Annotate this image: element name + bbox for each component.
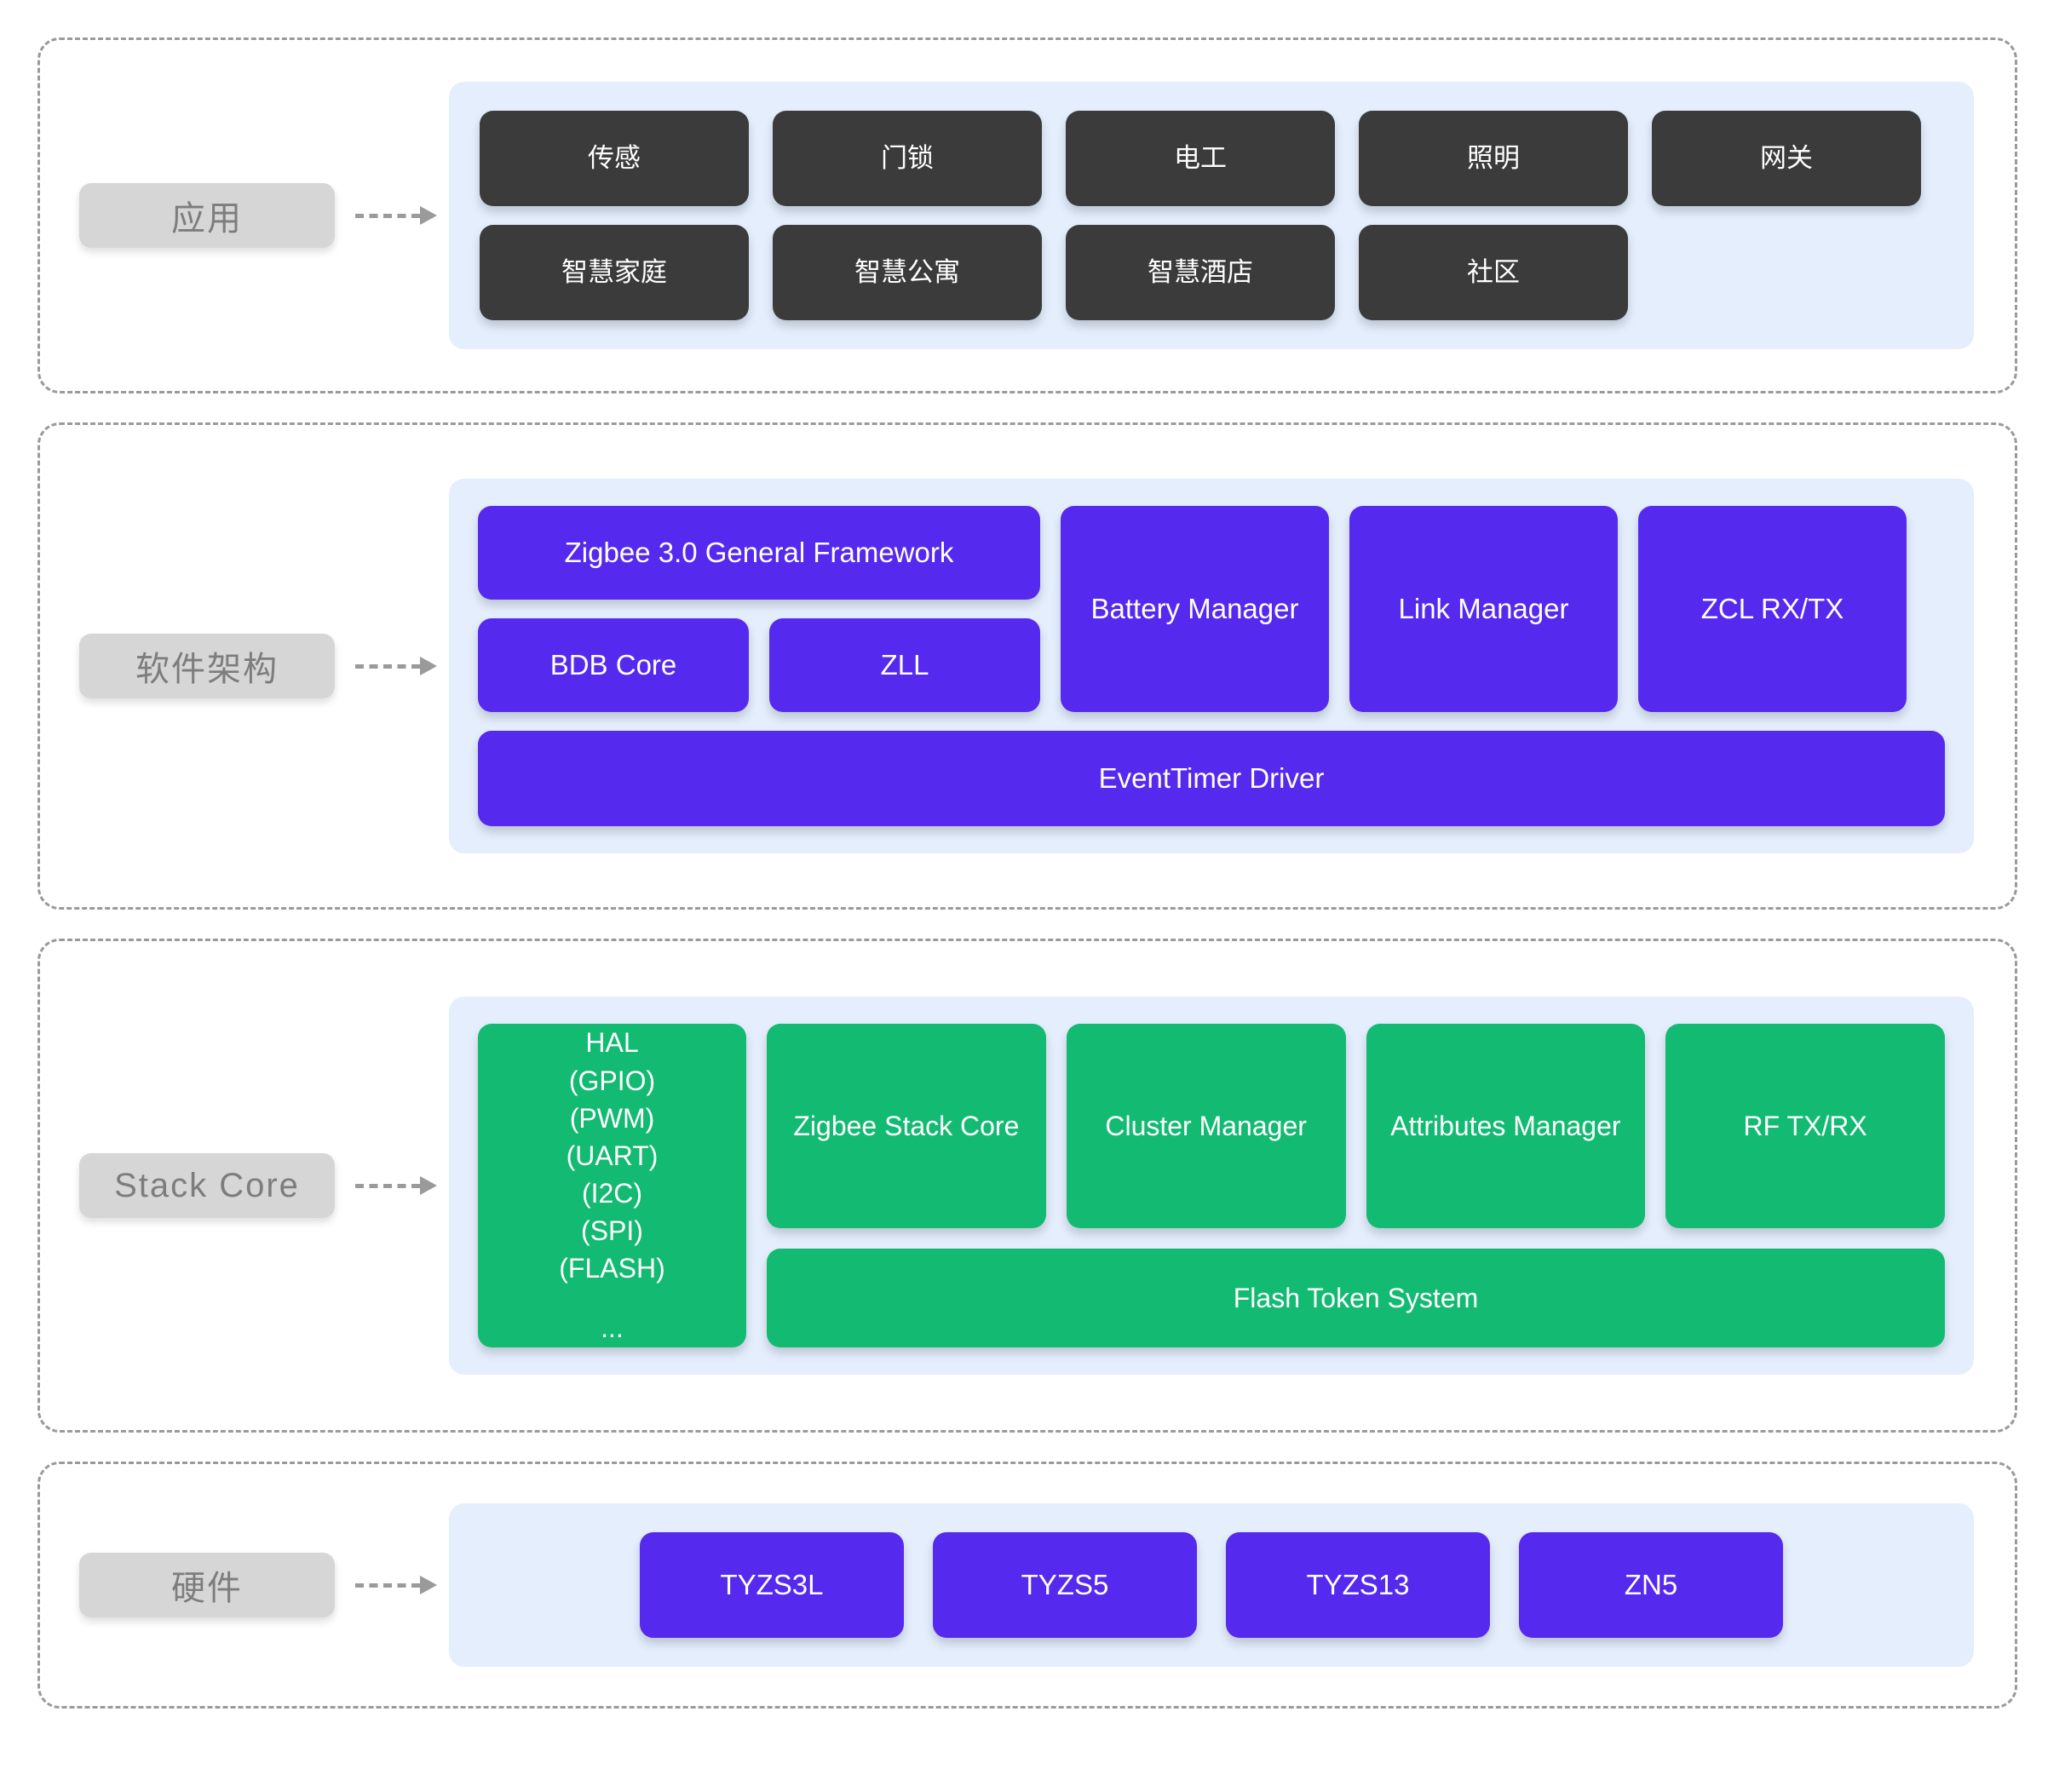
software-left-column: Zigbee 3.0 General Framework BDB Core ZL…	[478, 506, 1040, 712]
layer-label-stack-core: Stack Core	[79, 1153, 335, 1218]
hw-box-tyzs5[interactable]: TYZS5	[933, 1532, 1197, 1638]
arrow-line	[355, 1184, 420, 1188]
panel-stack-core: HAL (GPIO) (PWM) (UART) (I2C) (SPI) (FLA…	[449, 997, 1974, 1375]
application-row-1: 传感 门锁 电工 照明 网关	[480, 111, 1943, 206]
hal-line-pwm: (PWM)	[569, 1102, 655, 1134]
sw-box-bdb-core[interactable]: BDB Core	[478, 618, 749, 712]
hal-line-gpio: (GPIO)	[568, 1065, 656, 1096]
app-box-smart-hotel[interactable]: 智慧酒店	[1066, 225, 1335, 320]
stack-box-zigbee-stack-core[interactable]: Zigbee Stack Core	[767, 1024, 1046, 1228]
hal-line-ellipsis: ...	[601, 1312, 624, 1344]
stack-right-column: Zigbee Stack Core Cluster Manager Attrib…	[767, 1024, 1945, 1347]
sw-box-battery-manager[interactable]: Battery Manager	[1061, 506, 1329, 712]
app-box-sensor[interactable]: 传感	[480, 111, 749, 206]
hw-box-tyzs13[interactable]: TYZS13	[1226, 1532, 1490, 1638]
application-row-2: 智慧家庭 智慧公寓 智慧酒店 社区	[480, 225, 1943, 320]
arrow-icon-hardware	[355, 1576, 440, 1594]
arrow-line	[355, 214, 420, 218]
arrow-line	[355, 664, 420, 669]
label-zone-software: 软件架构	[40, 634, 449, 698]
arrow-head	[420, 657, 437, 675]
stack-box-hal[interactable]: HAL (GPIO) (PWM) (UART) (I2C) (SPI) (FLA…	[478, 1024, 746, 1347]
app-box-community[interactable]: 社区	[1359, 225, 1628, 320]
stack-box-cluster-manager[interactable]: Cluster Manager	[1066, 1024, 1346, 1228]
layer-hardware: 硬件 TYZS3L TYZS5 TYZS13 ZN5	[37, 1462, 2017, 1709]
label-zone-application: 应用	[40, 183, 449, 248]
app-box-smart-apartment[interactable]: 智慧公寓	[773, 225, 1042, 320]
app-box-electrician[interactable]: 电工	[1066, 111, 1335, 206]
arrow-icon-software	[355, 657, 440, 675]
layer-stack-core: Stack Core HAL (GPIO) (PWM) (UART) (I2C)…	[37, 939, 2017, 1433]
app-box-lighting[interactable]: 照明	[1359, 111, 1628, 206]
panel-application: 传感 门锁 电工 照明 网关 智慧家庭 智慧公寓 智慧酒店 社区	[449, 82, 1974, 349]
hal-line-flash: (FLASH)	[559, 1253, 665, 1284]
app-box-smart-home[interactable]: 智慧家庭	[480, 225, 749, 320]
arrow-line	[355, 1583, 420, 1588]
label-zone-hardware: 硬件	[40, 1553, 449, 1617]
sw-box-eventtimer-driver[interactable]: EventTimer Driver	[478, 731, 1945, 826]
stack-top-row: Zigbee Stack Core Cluster Manager Attrib…	[767, 1024, 1945, 1228]
arrow-head	[420, 1576, 437, 1594]
sw-box-zigbee-general-framework[interactable]: Zigbee 3.0 General Framework	[478, 506, 1040, 600]
sw-box-link-manager[interactable]: Link Manager	[1349, 506, 1618, 712]
stack-box-flash-token-system[interactable]: Flash Token System	[767, 1248, 1945, 1347]
hal-line-spi: (SPI)	[581, 1215, 643, 1247]
layer-application: 应用 传感 门锁 电工 照明 网关 智慧家庭 智慧公寓 智慧酒店 社区	[37, 37, 2017, 393]
layer-label-application: 应用	[79, 183, 335, 248]
hal-line-uart: (UART)	[566, 1140, 659, 1171]
app-box-gateway[interactable]: 网关	[1652, 111, 1921, 206]
hal-line-i2c: (I2C)	[581, 1178, 643, 1209]
arrow-head	[420, 1176, 437, 1195]
architecture-diagram: 应用 传感 门锁 电工 照明 网关 智慧家庭 智慧公寓 智慧酒店 社区 软件架构…	[0, 0, 2065, 1792]
app-box-door-lock[interactable]: 门锁	[773, 111, 1042, 206]
arrow-icon-application	[355, 206, 440, 225]
sw-box-zcl-rx-tx[interactable]: ZCL RX/TX	[1638, 506, 1907, 712]
label-zone-stack-core: Stack Core	[40, 1153, 449, 1218]
panel-hardware: TYZS3L TYZS5 TYZS13 ZN5	[449, 1503, 1974, 1667]
panel-software-architecture: Zigbee 3.0 General Framework BDB Core ZL…	[449, 479, 1974, 853]
stack-box-attributes-manager[interactable]: Attributes Manager	[1366, 1024, 1646, 1228]
arrow-icon-stack-core	[355, 1176, 440, 1195]
hw-box-zn5[interactable]: ZN5	[1519, 1532, 1783, 1638]
sw-box-zll[interactable]: ZLL	[769, 618, 1040, 712]
hal-line-hal: HAL	[585, 1027, 639, 1059]
layer-label-software-architecture: 软件架构	[79, 634, 335, 698]
stack-box-rf-tx-rx[interactable]: RF TX/RX	[1665, 1024, 1945, 1228]
layer-label-hardware: 硬件	[79, 1553, 335, 1617]
layer-software-architecture: 软件架构 Zigbee 3.0 General Framework BDB Co…	[37, 422, 2017, 910]
software-left-pair: BDB Core ZLL	[478, 618, 1040, 712]
hw-box-tyzs3l[interactable]: TYZS3L	[640, 1532, 904, 1638]
software-upper-group: Zigbee 3.0 General Framework BDB Core ZL…	[478, 506, 1945, 712]
arrow-head	[420, 206, 437, 225]
